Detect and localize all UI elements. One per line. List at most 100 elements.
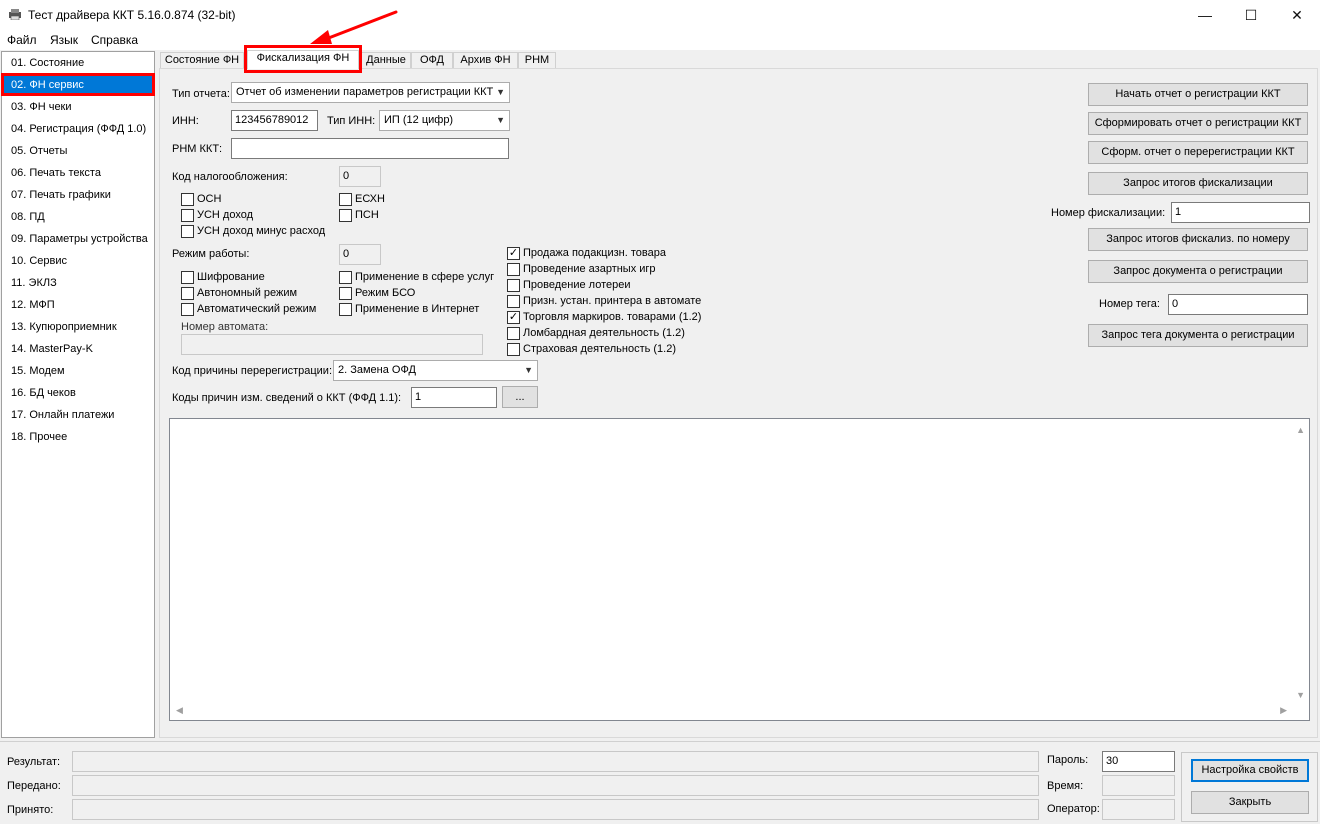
chevron-down-icon: ▼ [496, 115, 505, 125]
chevron-down-icon: ▼ [496, 87, 505, 97]
registration-document-button[interactable]: Запрос документа о регистрации [1088, 260, 1308, 283]
fisc-number-input[interactable]: 1 [1171, 202, 1310, 223]
sidebar-item-online-payments[interactable]: 17. Онлайн платежи [3, 405, 153, 425]
scroll-up-icon[interactable]: ▲ [1296, 425, 1305, 435]
tab-fn-archive[interactable]: Архив ФН [453, 52, 518, 69]
sidebar-item-fn-receipts[interactable]: 03. ФН чеки [3, 97, 153, 117]
work-mode-label: Режим работы: [172, 248, 250, 260]
window-title: Тест драйвера ККТ 5.16.0.874 (32-bit) [28, 8, 236, 22]
fisc-results-by-number-button[interactable]: Запрос итогов фискализ. по номеру [1088, 228, 1308, 251]
received-label: Принято: [7, 804, 54, 816]
change-codes-input[interactable]: 1 [411, 387, 497, 408]
sidebar-item-bill-acceptor[interactable]: 13. Купюроприемник [3, 317, 153, 337]
inn-input[interactable]: 123456789012 [231, 110, 318, 131]
mode-internet-checkbox[interactable]: Применение в Интернет [339, 303, 479, 317]
tax-usn-income-checkbox[interactable]: УСН доход [181, 209, 253, 223]
output-textarea[interactable]: ▲ ▼ ◀ ▶ [169, 418, 1310, 721]
make-registration-report-button[interactable]: Сформировать отчет о регистрации ККТ [1088, 112, 1308, 135]
work-mode-value: 0 [339, 244, 381, 265]
annotation-arrow-icon [310, 10, 398, 44]
tax-eshn-checkbox[interactable]: ЕСХН [339, 193, 385, 207]
sidebar-item-print-text[interactable]: 06. Печать текста [3, 163, 153, 183]
sent-field [72, 775, 1039, 796]
tag-number-input[interactable]: 0 [1168, 294, 1308, 315]
inn-label: ИНН: [172, 115, 199, 127]
pawnshop-checkbox[interactable]: Ломбардная деятельность (1.2) [507, 327, 685, 341]
lottery-checkbox[interactable]: Проведение лотереи [507, 279, 631, 293]
sidebar-item-state[interactable]: 01. Состояние [3, 53, 153, 73]
operator-label: Оператор: [1047, 803, 1100, 815]
status-divider [0, 741, 1320, 742]
sidebar-item-reports[interactable]: 05. Отчеты [3, 141, 153, 161]
minimize-button[interactable]: — [1182, 0, 1228, 30]
tax-usn-income-expense-checkbox[interactable]: УСН доход минус расход [181, 225, 325, 239]
scroll-down-icon[interactable]: ▼ [1296, 690, 1305, 700]
password-input[interactable]: 30 [1102, 751, 1175, 772]
menu-help[interactable]: Справка [91, 33, 138, 47]
inn-type-label: Тип ИНН: [327, 115, 376, 127]
sidebar-item-pd[interactable]: 08. ПД [3, 207, 153, 227]
gambling-checkbox[interactable]: Проведение азартных игр [507, 263, 656, 277]
automat-number-label: Номер автомата: [181, 321, 269, 333]
operator-field [1102, 799, 1175, 820]
time-field [1102, 775, 1175, 796]
sidebar-item-print-graphics[interactable]: 07. Печать графики [3, 185, 153, 205]
sidebar-item-mfp[interactable]: 12. МФП [3, 295, 153, 315]
tab-rnm[interactable]: РНМ [518, 52, 556, 69]
settings-button[interactable]: Настройка свойств [1191, 759, 1309, 782]
mode-automatic-checkbox[interactable]: Автоматический режим [181, 303, 316, 317]
marked-goods-checkbox[interactable]: ✓ Торговля маркиров. товарами (1.2) [507, 311, 701, 325]
rnm-input[interactable] [231, 138, 509, 159]
tax-osn-checkbox[interactable]: ОСН [181, 193, 221, 207]
rereg-reason-value: 2. Замена ОФД [338, 364, 416, 376]
change-codes-label: Коды причин изм. сведений о ККТ (ФФД 1.1… [172, 392, 402, 404]
sidebar-item-modem[interactable]: 15. Модем [3, 361, 153, 381]
sidebar-item-eklz[interactable]: 11. ЭКЛЗ [3, 273, 153, 293]
mode-encryption-checkbox[interactable]: Шифрование [181, 271, 265, 285]
received-field [72, 799, 1039, 820]
annotation-highlight-sidebar [1, 73, 155, 96]
sidebar-item-device-params[interactable]: 09. Параметры устройства [3, 229, 153, 249]
scroll-right-icon[interactable]: ▶ [1280, 705, 1287, 716]
mode-bso-checkbox[interactable]: Режим БСО [339, 287, 415, 301]
sidebar-item-other[interactable]: 18. Прочее [3, 427, 153, 447]
inn-type-value: ИП (12 цифр) [384, 114, 454, 126]
excise-goods-checkbox[interactable]: ✓ Продажа подакцизн. товара [507, 247, 666, 261]
password-label: Пароль: [1047, 754, 1089, 766]
inn-type-select[interactable]: ИП (12 цифр) ▼ [379, 110, 510, 131]
close-button[interactable]: Закрыть [1191, 791, 1309, 814]
report-type-label: Тип отчета: [172, 88, 230, 100]
tab-ofd[interactable]: ОФД [411, 52, 453, 69]
maximize-button[interactable]: ☐ [1228, 0, 1274, 30]
report-type-select[interactable]: Отчет об изменении параметров регистраци… [231, 82, 510, 103]
scroll-left-icon[interactable]: ◀ [176, 705, 183, 716]
rnm-label: РНМ ККТ: [172, 143, 223, 155]
menu-file[interactable]: Файл [7, 33, 37, 47]
result-field [72, 751, 1039, 772]
sidebar-item-masterpay[interactable]: 14. MasterPay-K [3, 339, 153, 359]
registration-tag-button[interactable]: Запрос тега документа о регистрации [1088, 324, 1308, 347]
rereg-reason-select[interactable]: 2. Замена ОФД ▼ [333, 360, 538, 381]
automat-number-input [181, 334, 483, 355]
sidebar-item-receipts-db[interactable]: 16. БД чеков [3, 383, 153, 403]
time-label: Время: [1047, 780, 1084, 792]
start-registration-report-button[interactable]: Начать отчет о регистрации ККТ [1088, 83, 1308, 106]
change-codes-browse-button[interactable]: ... [502, 386, 538, 408]
close-window-button[interactable]: ✕ [1274, 0, 1320, 30]
tax-psn-checkbox[interactable]: ПСН [339, 209, 379, 223]
menu-language[interactable]: Язык [50, 33, 78, 47]
mode-autonomous-checkbox[interactable]: Автономный режим [181, 287, 297, 301]
sidebar-item-registration[interactable]: 04. Регистрация (ФФД 1.0) [3, 119, 153, 139]
fiscalization-results-button[interactable]: Запрос итогов фискализации [1088, 172, 1308, 195]
make-reregistration-report-button[interactable]: Сформ. отчет о перерегистрации ККТ [1088, 141, 1308, 164]
tab-fn-state[interactable]: Состояние ФН [160, 52, 244, 69]
mode-services-checkbox[interactable]: Применение в сфере услуг [339, 271, 494, 285]
tag-number-label: Номер тега: [1099, 298, 1160, 310]
annotation-highlight-tab [244, 45, 362, 73]
sidebar-item-service[interactable]: 10. Сервис [3, 251, 153, 271]
sidebar: 01. Состояние 02. ФН сервис 03. ФН чеки … [1, 51, 155, 738]
insurance-checkbox[interactable]: Страховая деятельность (1.2) [507, 343, 676, 357]
printer-in-automat-checkbox[interactable]: Призн. устан. принтера в автомате [507, 295, 701, 309]
tab-data[interactable]: Данные [361, 52, 411, 69]
tax-code-label: Код налогообложения: [172, 171, 288, 183]
